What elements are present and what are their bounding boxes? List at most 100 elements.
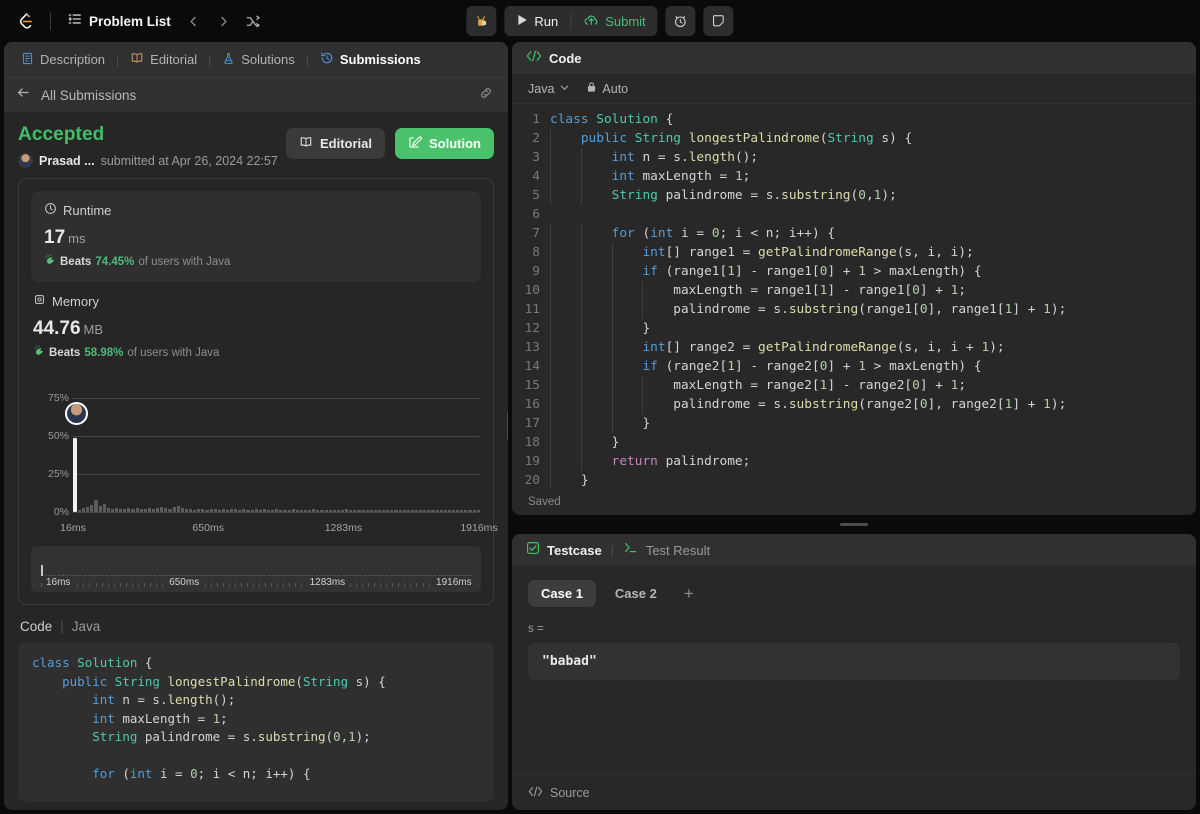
all-submissions-label[interactable]: All Submissions	[41, 88, 136, 103]
indent-guide	[550, 357, 551, 376]
chart-bar	[476, 510, 480, 512]
shuffle-icon[interactable]	[240, 7, 268, 35]
plus-icon[interactable]: +	[676, 584, 702, 604]
code-line-text[interactable]: if (range1[1] - range1[0] + 1 > maxLengt…	[550, 262, 982, 281]
divider	[50, 12, 51, 30]
code-line-text[interactable]: class Solution {	[550, 110, 673, 129]
tab-editorial[interactable]: Editorial	[125, 48, 202, 71]
tab-solutions[interactable]: Solutions	[217, 49, 299, 71]
line-number: 6	[532, 207, 540, 222]
avatar	[18, 153, 33, 168]
code-line-text[interactable]: for (int i = 0; i < n; i++) {	[550, 224, 835, 243]
chart-bar	[164, 508, 168, 512]
line-number: 15	[524, 378, 540, 393]
code-line-text[interactable]: int[] range2 = getPalindromeRange(s, i, …	[550, 338, 1005, 357]
chart-bar	[238, 509, 242, 512]
code-line: 1 class Solution {	[512, 110, 1196, 129]
source-label: Source	[550, 785, 590, 800]
code-line: 8 int[] range1 = getPalindromeRange(s, i…	[512, 243, 1196, 262]
minimap-tick	[204, 583, 206, 587]
code-line-text[interactable]: palindrome = s.substring(range1[0], rang…	[550, 300, 1066, 319]
chart-bar	[341, 509, 345, 512]
link-chain-icon[interactable]	[478, 85, 494, 106]
minimap-tick	[216, 583, 218, 587]
divider: |	[116, 52, 120, 67]
code-line: 16 palindrome = s.substring(range2[0], r…	[512, 395, 1196, 414]
run-button[interactable]: Run	[504, 6, 570, 36]
next-problem-button[interactable]	[210, 7, 238, 35]
pane-resize-handle[interactable]	[503, 42, 508, 810]
user-position-avatar-marker[interactable]	[65, 401, 88, 425]
chart-range-minimap[interactable]: 16ms 650ms 1283ms 1916ms	[31, 546, 481, 592]
code-editor[interactable]: 1 class Solution {2 public String longest…	[512, 104, 1196, 489]
code-line-text[interactable]: String palindrome = s.substring(0,1);	[550, 186, 897, 205]
solution-code-block[interactable]: class Solution { public String longestPa…	[18, 642, 494, 802]
code-line-text[interactable]: }	[550, 471, 589, 489]
indent-guide	[611, 376, 613, 395]
minimap-tick	[374, 583, 376, 587]
tab-submissions[interactable]: Submissions	[315, 48, 426, 71]
prev-problem-button[interactable]	[180, 7, 208, 35]
editorial-button[interactable]: Editorial	[285, 128, 385, 159]
code-line-text[interactable]: int maxLength = 1;	[550, 167, 750, 186]
minimap-tick	[222, 583, 224, 587]
code-line-text[interactable]: }	[550, 433, 619, 452]
case-tab-2[interactable]: Case 2	[602, 580, 670, 607]
minimap-tick	[428, 583, 430, 587]
code-line-text[interactable]: palindrome = s.substring(range2[0], rang…	[550, 395, 1066, 414]
chart-bar	[406, 510, 410, 512]
alarm-clock-icon[interactable]	[665, 6, 696, 36]
chart-bar	[110, 508, 114, 512]
code-line-text[interactable]: }	[550, 414, 650, 433]
testcase-input-value[interactable]: "babad"	[528, 643, 1180, 680]
code-line-text[interactable]: return palindrome;	[550, 452, 750, 471]
minimap-tick	[143, 583, 145, 587]
minimap-tick	[89, 583, 91, 587]
username[interactable]: Prasad ...	[39, 154, 95, 168]
code-line-text[interactable]: public String longestPalindrome(String s…	[550, 129, 912, 148]
solution-button[interactable]: Solution	[395, 128, 494, 159]
code-line: 15 maxLength = range2[1] - range2[0] + 1…	[512, 376, 1196, 395]
code-line-text[interactable]: if (range2[1] - range2[0] + 1 > maxLengt…	[550, 357, 982, 376]
solution-code-language[interactable]: Java	[72, 619, 101, 634]
indent-guide	[550, 300, 551, 319]
submission-detail-scroll[interactable]: Accepted Prasad ... submitted at Apr 26,…	[4, 112, 508, 810]
code-line-text[interactable]	[550, 205, 558, 224]
tab-description[interactable]: Description	[16, 49, 110, 71]
minimap-tick	[83, 583, 85, 587]
indent-guide	[580, 224, 582, 243]
tab-test-result[interactable]: Test Result	[646, 543, 710, 558]
auto-lock-toggle[interactable]: Auto	[586, 81, 628, 96]
runtime-unit: ms	[68, 231, 86, 246]
indent-guide	[550, 186, 551, 205]
note-icon[interactable]	[703, 6, 734, 36]
indent-guide	[580, 433, 582, 452]
tab-testcase[interactable]: Testcase	[547, 543, 602, 558]
submit-button[interactable]: Submit	[571, 6, 657, 36]
leetcode-logo-icon[interactable]	[10, 6, 40, 36]
language-selector[interactable]: Java	[528, 82, 570, 96]
code-line-text[interactable]: int n = s.length();	[550, 148, 758, 167]
source-bar[interactable]: Source	[512, 774, 1196, 810]
testcase-body: Case 1 Case 2 + s = "babad"	[512, 566, 1196, 774]
debug-bug-icon[interactable]	[466, 6, 497, 36]
code-line-text[interactable]: int[] range1 = getPalindromeRange(s, i, …	[550, 243, 974, 262]
chart-bar	[349, 509, 353, 512]
problem-list-button[interactable]: Problem List	[61, 8, 178, 35]
minimap-tick	[361, 583, 363, 587]
arrow-left-icon[interactable]	[16, 85, 31, 105]
minimap-tick	[119, 583, 121, 587]
run-label: Run	[534, 13, 559, 29]
chart-bar	[197, 508, 201, 512]
chart-bar	[82, 508, 86, 512]
chart-bar	[472, 510, 476, 512]
code-line-text[interactable]: maxLength = range2[1] - range2[0] + 1;	[550, 376, 966, 395]
minimap-tick	[210, 583, 212, 587]
memory-distribution-chart[interactable]: 0% 25% 50% 75% 16ms 650ms 1283ms 1916ms	[31, 374, 498, 544]
chart-bar	[275, 508, 279, 512]
case-tab-1[interactable]: Case 1	[528, 580, 596, 607]
code-line-text[interactable]: maxLength = range1[1] - range1[0] + 1;	[550, 281, 966, 300]
code-line-text[interactable]: }	[550, 319, 650, 338]
vertical-resize-handle[interactable]	[512, 521, 1196, 528]
chart-bar	[201, 508, 205, 512]
